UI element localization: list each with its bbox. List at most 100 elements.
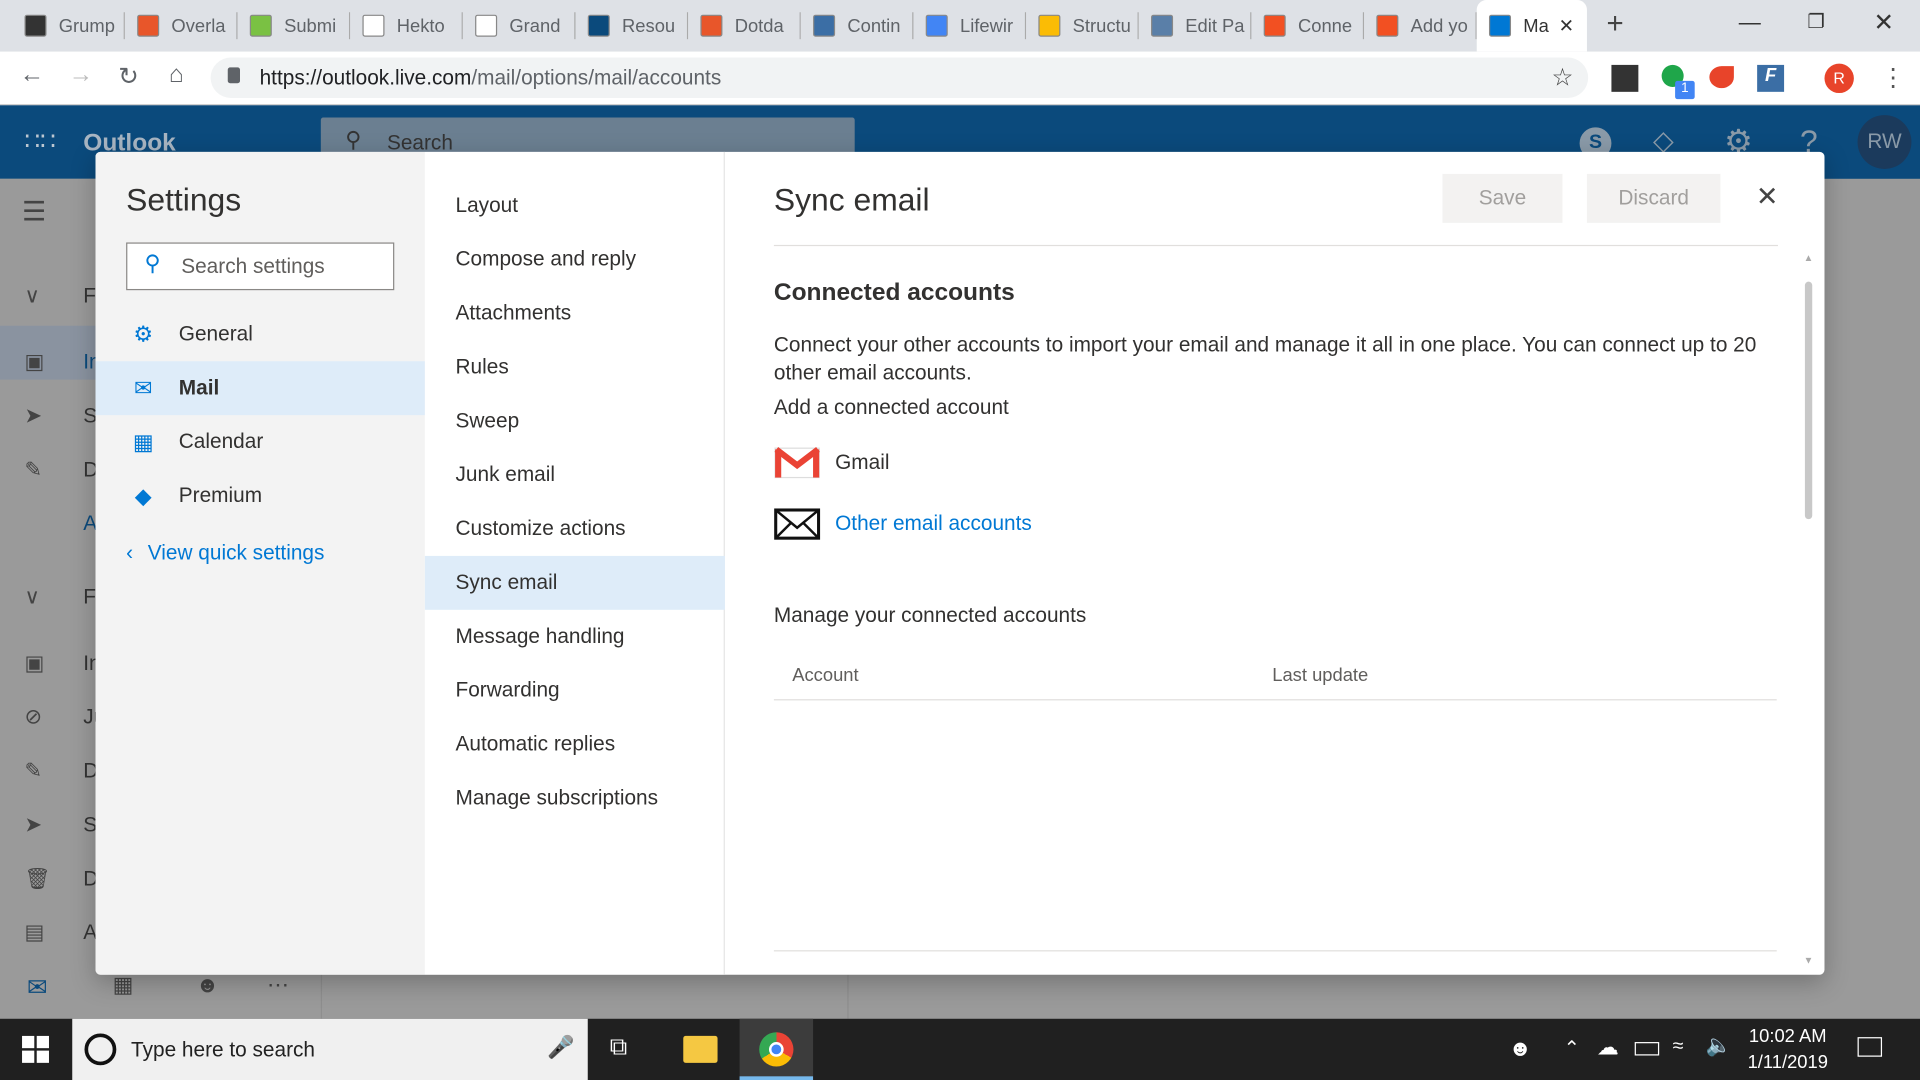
profile-avatar[interactable]: R	[1824, 63, 1854, 94]
show-hidden-icons[interactable]: ⌃	[1564, 1036, 1580, 1060]
tab-favicon-icon	[362, 14, 385, 37]
file-explorer-icon[interactable]	[683, 1035, 718, 1063]
restore-button[interactable]: ❐	[1807, 10, 1825, 34]
background-folder[interactable]: ▤ A	[24, 921, 97, 945]
action-center-icon[interactable]	[1857, 1037, 1883, 1057]
background-folder[interactable]: A	[24, 512, 97, 536]
reload-button[interactable]: ↻	[111, 61, 145, 92]
extension-icon[interactable]	[1611, 64, 1639, 92]
browser-tab[interactable]: Overla	[125, 7, 238, 44]
cardinal-extension-icon[interactable]	[1709, 66, 1734, 89]
browser-tab[interactable]: Add yo	[1364, 7, 1477, 44]
mail-section-item[interactable]: Customize actions	[425, 502, 725, 556]
scroll-down-icon[interactable]: ▼	[1804, 955, 1814, 966]
mail-section-item[interactable]: Sweep	[425, 394, 725, 448]
mail-section-item[interactable]: Attachments	[425, 287, 725, 341]
mail-section-item[interactable]: Automatic replies	[425, 718, 725, 772]
onedrive-icon[interactable]: ☁	[1597, 1035, 1619, 1061]
close-window-button[interactable]: ✕	[1873, 7, 1894, 38]
save-button[interactable]: Save	[1442, 173, 1563, 223]
background-folder[interactable]: ⊘ Ju	[24, 705, 105, 729]
connected-accounts-heading: Connected accounts	[773, 279, 1015, 307]
clock-date: 1/11/2019	[1747, 1051, 1828, 1073]
windows-start-icon[interactable]	[22, 1035, 49, 1063]
tab-title: Resou	[622, 15, 676, 37]
url-bar[interactable]: https://outlook.live.com/mail/options/ma…	[210, 57, 1589, 98]
new-tab-button[interactable]: +	[1607, 7, 1624, 41]
user-avatar[interactable]: RW	[1857, 115, 1912, 169]
folder-icon: ▣	[24, 350, 45, 374]
browser-tab[interactable]: Submi	[238, 7, 351, 44]
microphone-icon[interactable]: 🎤	[547, 1035, 574, 1061]
settings-category-calendar[interactable]: ▦ Calendar	[96, 415, 425, 469]
browser-tab[interactable]: Resou	[576, 7, 689, 44]
browser-tab[interactable]: Ma ✕	[1476, 0, 1587, 52]
mail-section-item[interactable]: Manage subscriptions	[425, 771, 725, 825]
search-icon: ⚲	[345, 127, 362, 152]
people-module-icon[interactable]: ☻	[196, 972, 219, 998]
browser-tab[interactable]: Grand	[463, 7, 576, 44]
column-last-update[interactable]: Last update	[1272, 665, 1368, 686]
settings-category-general[interactable]: ⚙ General	[96, 307, 425, 361]
bookmark-star-icon[interactable]: ☆	[1552, 62, 1574, 93]
taskbar-search[interactable]: Type here to search 🎤	[72, 1018, 588, 1080]
tab-favicon-icon	[1151, 14, 1174, 37]
close-dialog-button[interactable]: ✕	[1756, 181, 1779, 213]
address-toolbar: ← → ↻ ⌂ https://outlook.live.com/mail/op…	[0, 51, 1920, 106]
browser-tab[interactable]: Contin	[801, 7, 914, 44]
clock[interactable]: 10:02 AM 1/11/2019	[1746, 1026, 1829, 1073]
home-button[interactable]: ⌂	[159, 61, 193, 89]
settings-dialog: Settings ⚲ Search settings ⚙ General ✉ Mail…	[95, 151, 1825, 975]
minimize-button[interactable]: —	[1739, 10, 1761, 36]
more-modules-icon[interactable]: ⋯	[267, 972, 289, 998]
mail-section-item[interactable]: Message handling	[425, 610, 725, 664]
description: Connect your other accounts to import yo…	[773, 333, 1757, 385]
background-folder[interactable]: ✎ D	[24, 759, 98, 783]
taskbar-search-placeholder: Type here to search	[131, 1038, 316, 1062]
forward-button[interactable]: →	[64, 61, 98, 89]
background-folder[interactable]: 🗑 D	[24, 867, 98, 891]
column-account[interactable]: Account	[792, 665, 858, 686]
mail-module-icon[interactable]: ✉	[27, 972, 48, 1003]
f-extension-icon[interactable]: F	[1757, 64, 1785, 92]
people-icon[interactable]: ☻	[1509, 1036, 1532, 1062]
scroll-up-icon[interactable]: ▲	[1804, 252, 1814, 263]
mail-section-item[interactable]: Forwarding	[425, 664, 725, 718]
view-quick-settings-link[interactable]: ‹ View quick settings	[126, 541, 324, 565]
chrome-menu-icon[interactable]: ⋮	[1881, 62, 1905, 93]
mail-section-item[interactable]: Layout	[425, 179, 725, 233]
discard-button[interactable]: Discard	[1586, 173, 1721, 223]
browser-tab[interactable]: Hekto	[350, 7, 463, 44]
browser-tab[interactable]: Edit Pa	[1139, 7, 1252, 44]
settings-category-premium[interactable]: ◆ Premium	[96, 469, 425, 523]
browser-tab[interactable]: Grump	[12, 7, 125, 44]
search-settings-input[interactable]: ⚲ Search settings	[126, 242, 395, 291]
mail-section-item[interactable]: Rules	[425, 340, 725, 394]
battery-icon[interactable]	[1634, 1042, 1660, 1056]
task-view-icon[interactable]: ⧉	[610, 1033, 627, 1061]
calendar-module-icon[interactable]: ▦	[113, 972, 134, 998]
background-folder[interactable]: ▣ In	[24, 350, 100, 374]
scrollbar-thumb[interactable]	[1804, 281, 1813, 520]
browser-tab[interactable]: Structu	[1026, 7, 1139, 44]
mail-section-item[interactable]: Junk email	[425, 448, 725, 502]
clock-time: 10:02 AM	[1748, 1026, 1827, 1047]
browser-tab[interactable]: Lifewir	[913, 7, 1027, 44]
app-launcher-icon[interactable]: ∷∷	[24, 126, 55, 157]
browser-tab[interactable]: Conne	[1251, 7, 1365, 44]
back-button[interactable]: ←	[15, 61, 49, 89]
other-email-option[interactable]: Other email accounts	[774, 507, 1032, 541]
gmail-option[interactable]: Gmail	[774, 446, 889, 480]
browser-tab[interactable]: Dotda	[688, 7, 801, 44]
background-folder[interactable]: ▣ In	[24, 651, 100, 675]
close-tab-icon[interactable]: ✕	[1559, 15, 1574, 37]
settings-category-mail[interactable]: ✉ Mail	[95, 361, 425, 416]
chrome-taskbar-button[interactable]	[739, 1018, 814, 1080]
background-folder[interactable]: ✎ D	[24, 458, 98, 482]
mail-section-item[interactable]: Sync email	[424, 555, 725, 610]
hamburger-icon[interactable]: ☰	[22, 196, 46, 228]
other-email-link[interactable]: Other email accounts	[835, 512, 1032, 536]
volume-icon[interactable]: 🔈	[1706, 1033, 1732, 1057]
mail-section-item[interactable]: Compose and reply	[425, 233, 725, 287]
wifi-icon[interactable]: ≈	[1673, 1036, 1684, 1058]
